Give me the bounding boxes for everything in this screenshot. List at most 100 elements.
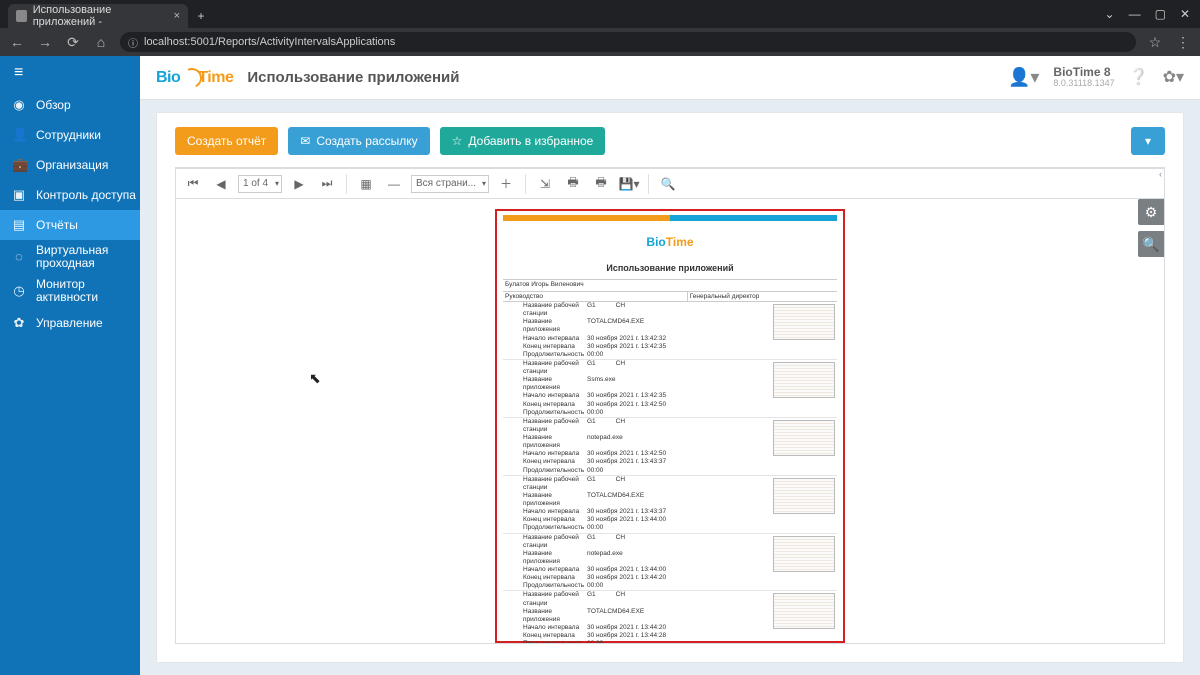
nav-forward-icon[interactable]: → (36, 34, 54, 50)
screenshot-thumb (773, 593, 835, 629)
browser-tab[interactable]: Использование приложений - × (8, 4, 188, 28)
first-page-icon[interactable]: ⏮ (182, 173, 204, 195)
report-panel: Создать отчёт ✉ Создать рассылку ☆ Добав… (156, 112, 1184, 663)
settings-icon[interactable]: ✿▾ (1163, 67, 1184, 87)
prev-page-icon[interactable]: ◀ (210, 173, 232, 195)
hamburger-icon[interactable]: ≡ (0, 56, 140, 90)
search-icon[interactable]: 🔍 (657, 173, 679, 195)
zoom-in-icon[interactable]: ＋ (495, 173, 517, 195)
sidebar-icon: ◉ (12, 97, 26, 113)
star-icon[interactable]: ☆ (1146, 34, 1164, 51)
zoom-selector[interactable]: Вся страни... (411, 175, 489, 193)
sidebar-item-0[interactable]: ◉Обзор (0, 90, 140, 120)
main-area: Bio Time Использование приложений 👤▾ Bio… (140, 56, 1200, 675)
report-row: Начало интервала30 ноября 2021 г. 13:42:… (503, 335, 769, 343)
report-row: Конец интервала30 ноября 2021 г. 13:44:2… (503, 632, 769, 640)
maximize-icon[interactable]: ▢ (1155, 7, 1166, 21)
create-mailing-button[interactable]: ✉ Создать рассылку (288, 127, 429, 155)
nav-back-icon[interactable]: ← (8, 34, 26, 50)
user-icon[interactable]: 👤▾ (1008, 67, 1039, 88)
report-row: Начало интервала30 ноября 2021 г. 13:44:… (503, 624, 769, 632)
close-window-icon[interactable]: ✕ (1180, 7, 1190, 21)
report-row: Название приложенияTOTALCMD64.EXE (503, 492, 769, 508)
report-block: Название рабочей станцииG1CHНазвание при… (503, 591, 837, 644)
report-row: Название приложенияnotepad.exe (503, 550, 769, 566)
screenshot-thumb (773, 420, 835, 456)
sidebar-item-label: Контроль доступа (36, 188, 136, 202)
help-icon[interactable]: ❔ (1129, 67, 1149, 87)
report-row: Название приложенияSsms.exe (503, 376, 769, 392)
sidebar-item-4[interactable]: ▤Отчёты (0, 210, 140, 240)
create-report-button[interactable]: Создать отчёт (175, 127, 278, 155)
report-row: Конец интервала30 ноября 2021 г. 13:44:0… (503, 516, 769, 524)
report-row: Продолжительность00:00 (503, 351, 769, 359)
report-row: Продолжительность00:00 (503, 582, 769, 590)
sidebar-item-6[interactable]: ◷ Монитор активности (0, 274, 140, 308)
sidebar-icon: 💼 (12, 157, 26, 173)
tab-title: Использование приложений - (33, 4, 168, 28)
print-icon[interactable]: 🖶 (562, 173, 584, 195)
screenshot-thumb (773, 478, 835, 514)
report-stripe (503, 215, 837, 221)
menu-icon[interactable]: ⋮ (1174, 34, 1192, 51)
star-icon: ☆ (452, 134, 463, 148)
report-row: Начало интервала30 ноября 2021 г. 13:42:… (503, 392, 769, 400)
report-viewer[interactable]: ⚙ 🔍 BioTime Использование приложений Бул… (175, 199, 1165, 644)
report-block: Название рабочей станцииG1CHНазвание при… (503, 360, 837, 418)
minimize-icon[interactable]: ― (1129, 7, 1141, 21)
report-logo: BioTime (497, 235, 843, 249)
find-icon[interactable]: 🔍 (1138, 231, 1164, 257)
export-icon[interactable]: ⇲ (534, 173, 556, 195)
sidebar-item-5[interactable]: ◌Виртуальная проходная (0, 240, 140, 274)
url-text: localhost:5001/Reports/ActivityIntervals… (144, 36, 395, 48)
zoom-out-icon[interactable]: ― (383, 173, 405, 195)
reload-icon[interactable]: ⟳ (64, 34, 82, 51)
sidebar-item-3[interactable]: ▣Контроль доступа (0, 180, 140, 210)
tab-close-icon[interactable]: × (174, 10, 180, 22)
add-favorite-button[interactable]: ☆ Добавить в избранное (440, 127, 606, 155)
options-dropdown-button[interactable]: ▾ (1131, 127, 1165, 155)
report-row: Название рабочей станцииG1CH (503, 418, 769, 434)
report-row: Конец интервала30 ноября 2021 г. 13:43:3… (503, 458, 769, 466)
sidebar: ≡ ◉Обзор👤Сотрудники 💼 Организация ▣Контроль… (0, 56, 140, 675)
collapse-arrow-icon[interactable]: ‹ (1159, 169, 1162, 179)
new-tab-button[interactable]: + (188, 4, 214, 28)
omnibox[interactable]: ⓘ localhost:5001/Reports/ActivityInterva… (120, 32, 1136, 52)
report-row: Название приложенияnotepad.exe (503, 434, 769, 450)
layout-icon[interactable]: ▦ (355, 173, 377, 195)
page-title: Использование приложений (247, 69, 459, 86)
sidebar-item-1[interactable]: 👤Сотрудники (0, 120, 140, 150)
content-area: Создать отчёт ✉ Создать рассылку ☆ Добав… (140, 100, 1200, 675)
print2-icon[interactable]: 🖶 (590, 173, 612, 195)
sidebar-item-7[interactable]: ✿Управление (0, 308, 140, 338)
report-row: Конец интервала30 ноября 2021 г. 13:44:2… (503, 574, 769, 582)
sidebar-item-label: Сотрудники (36, 128, 101, 142)
brand-block: BioTime 8 8.0.31118.1347 (1053, 66, 1114, 89)
app-logo: Bio Time (156, 68, 233, 88)
home-icon[interactable]: ⌂ (92, 34, 110, 50)
sidebar-item-2[interactable]: 💼 Организация (0, 150, 140, 180)
report-row: Название рабочей станцииG1CH (503, 534, 769, 550)
gear-icon[interactable]: ⚙ (1138, 199, 1164, 225)
sidebar-icon: ◷ (12, 284, 26, 298)
report-page: BioTime Использование приложений Булатов… (495, 209, 845, 643)
report-row: Название приложенияTOTALCMD64.EXE (503, 318, 769, 334)
next-page-icon[interactable]: ▶ (288, 173, 310, 195)
report-row: Начало интервала30 ноября 2021 г. 13:44:… (503, 566, 769, 574)
site-info-icon: ⓘ (128, 35, 138, 50)
screenshot-thumb (773, 536, 835, 572)
mail-icon: ✉ (300, 134, 310, 148)
report-block: Название рабочей станцииG1CHНазвание при… (503, 302, 837, 360)
sidebar-icon: ✿ (12, 315, 26, 331)
save-dropdown-icon[interactable]: 💾▾ (618, 173, 640, 195)
sidebar-item-label: Организация (36, 158, 108, 172)
last-page-icon[interactable]: ⏭ (316, 173, 338, 195)
report-block: Название рабочей станцииG1CHНазвание при… (503, 418, 837, 476)
sidebar-item-label: Монитор активности (36, 278, 98, 304)
app-root: ⬉ ≡ ◉Обзор👤Сотрудники💼Организация▣Контро… (0, 56, 1200, 675)
viewer-side-tools: ⚙ 🔍 (1138, 199, 1164, 257)
chevron-down-icon[interactable]: ⌄ (1105, 7, 1115, 21)
page-selector[interactable]: 1 of 4 (238, 175, 282, 193)
report-row: Название рабочей станцииG1CH (503, 476, 769, 492)
report-row: Продолжительность00:00 (503, 524, 769, 532)
